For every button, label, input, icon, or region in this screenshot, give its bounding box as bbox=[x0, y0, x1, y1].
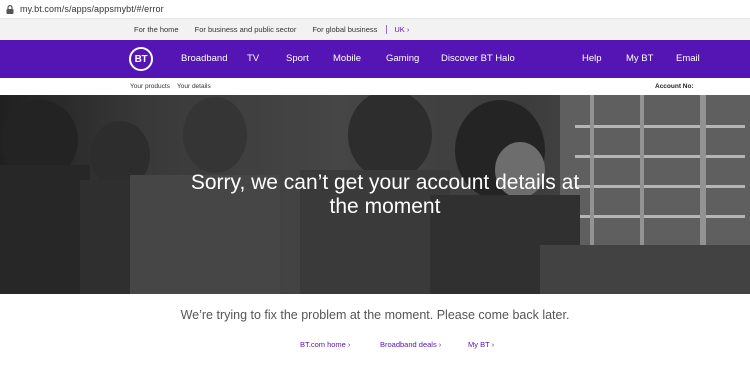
error-message: We’re trying to fix the problem at the m… bbox=[180, 308, 570, 322]
lock-icon bbox=[6, 4, 14, 14]
main-nav: BT Broadband TV Sport Mobile Gaming Disc… bbox=[0, 40, 750, 78]
address-url[interactable]: my.bt.com/s/apps/appsmybt/#/error bbox=[20, 4, 164, 14]
nav-item-gaming[interactable]: Gaming bbox=[386, 40, 419, 78]
audience-strip: For the home For business and public sec… bbox=[0, 19, 750, 40]
nav-item-mobile[interactable]: Mobile bbox=[333, 40, 361, 78]
account-number-label: Account No: bbox=[655, 83, 694, 90]
strip-link-home[interactable]: For the home bbox=[134, 25, 179, 34]
error-hero: Sorry, we can’t get your account details… bbox=[0, 95, 750, 294]
browser-address-bar[interactable]: my.bt.com/s/apps/appsmybt/#/error bbox=[0, 0, 750, 19]
nav-item-email[interactable]: Email bbox=[676, 40, 700, 78]
region-selector[interactable]: UK › bbox=[394, 25, 409, 34]
nav-item-help[interactable]: Help bbox=[582, 40, 602, 78]
nav-item-broadband[interactable]: Broadband bbox=[181, 40, 227, 78]
sub-nav-your-products[interactable]: Your products bbox=[130, 78, 170, 95]
help-links: BT.com home › Broadband deals › My BT › bbox=[0, 340, 750, 352]
link-bt-home[interactable]: BT.com home › bbox=[300, 340, 350, 349]
link-my-bt[interactable]: My BT › bbox=[468, 340, 494, 349]
strip-divider bbox=[386, 25, 388, 34]
link-broadband-deals[interactable]: Broadband deals › bbox=[380, 340, 441, 349]
strip-link-business[interactable]: For business and public sector bbox=[195, 25, 297, 34]
strip-link-global[interactable]: For global business bbox=[312, 25, 377, 34]
nav-item-tv[interactable]: TV bbox=[247, 40, 259, 78]
sub-nav-your-details[interactable]: Your details bbox=[177, 78, 211, 95]
nav-item-discover-bt-halo[interactable]: Discover BT Halo bbox=[441, 40, 515, 78]
account-sub-nav: Your products Your details Account No: bbox=[0, 78, 750, 95]
page: my.bt.com/s/apps/appsmybt/#/error For th… bbox=[0, 0, 750, 367]
nav-item-sport[interactable]: Sport bbox=[286, 40, 309, 78]
bt-logo[interactable]: BT bbox=[129, 47, 153, 71]
nav-item-my-bt[interactable]: My BT bbox=[626, 40, 653, 78]
error-heading: Sorry, we can’t get your account details… bbox=[190, 171, 580, 218]
